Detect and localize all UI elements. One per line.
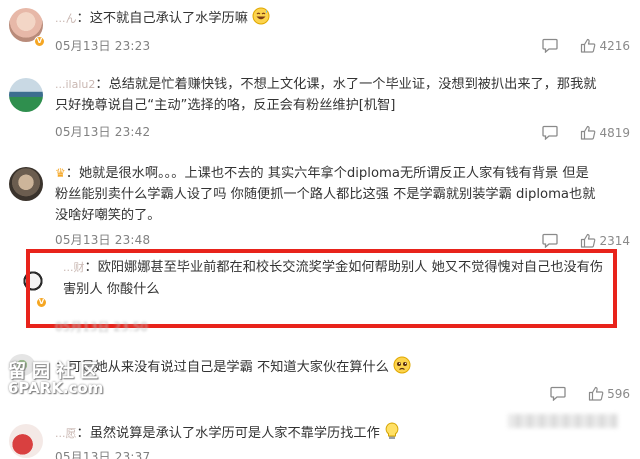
comment-time: 05月13日 23:50	[55, 320, 148, 334]
username[interactable]: ...财	[63, 261, 85, 274]
comment-bubble-icon	[542, 233, 559, 248]
username[interactable]: ...愿	[55, 427, 77, 440]
comment-item: V ...ん：这不就自己承认了水学历嘛 05月13日 23:23 4216	[0, 0, 640, 62]
username[interactable]: ...ん	[55, 12, 77, 25]
comment-text: 总结就是忙着赚快钱，不想上文化课，水了一个毕业证，没想到被扒出来了，那我就只好挽…	[55, 77, 597, 113]
reply-button[interactable]	[550, 386, 566, 401]
comment-body: ...财：欧阳娜娜甚至毕业前都在和校长交流奖学金如何帮助别人 她又不觉得愧对自己…	[63, 260, 604, 297]
comment-text: 虽然说算是承认了水学历可是人家不靠学历找工作	[89, 426, 380, 441]
avatar[interactable]	[9, 167, 43, 201]
comment-time: 05月13日 23:48	[55, 233, 151, 247]
comment-text: 她就是很水啊。。。上课也不去的 其实六年拿个diploma无所谓反正人家有钱有背…	[55, 166, 596, 223]
avatar[interactable]	[9, 78, 43, 112]
like-button[interactable]: 4216	[580, 38, 630, 53]
like-count: 4216	[599, 38, 630, 53]
like-button[interactable]: 596	[588, 386, 630, 401]
comment-item: ...ilalu2：总结就是忙着赚快钱，不想上文化课，水了一个毕业证，没想到被扒…	[0, 62, 640, 152]
comment-body: ♛：她就是很水啊。。。上课也不去的 其实六年拿个diploma无所谓反正人家有钱…	[55, 166, 596, 223]
verified-badge-icon: V	[34, 36, 45, 47]
grinning-sweat-emoji	[252, 7, 270, 25]
comment-actions: 2314	[542, 233, 630, 248]
comment-body: ...ilalu2：总结就是忙着赚快钱，不想上文化课，水了一个毕业证，没想到被扒…	[55, 77, 597, 113]
comment-text: 欧阳娜娜甚至毕业前都在和校长交流奖学金如何帮助别人 她又不觉得愧对自己也没有伤害…	[63, 260, 604, 297]
comment-actions: 596	[550, 386, 630, 401]
comment-bubble-icon	[542, 125, 559, 140]
avatar[interactable]	[9, 424, 43, 458]
like-count: 4819	[599, 125, 630, 140]
reply-button[interactable]	[542, 125, 559, 140]
thumbs-up-icon	[581, 38, 596, 53]
comment-time: 05月13日 23:37	[55, 450, 151, 459]
thumbs-up-icon	[581, 233, 596, 248]
comment-bubble-icon	[542, 38, 559, 53]
username[interactable]: ...ilalu2	[55, 78, 95, 91]
comment-time: 05月13日 23:42	[55, 125, 151, 139]
watermark: 留园社区 6PARK.com	[8, 357, 120, 405]
like-button[interactable]: 2314	[580, 233, 630, 248]
reply-button[interactable]	[542, 233, 559, 248]
watermark-english: 6PARK.com	[8, 379, 104, 397]
comment-time: 05月13日 23:23	[55, 39, 151, 53]
comment-text: 这不就自己承认了水学历嘛	[89, 11, 248, 26]
thinking-lightbulb-emoji	[385, 422, 399, 439]
thumbs-up-icon	[588, 386, 604, 401]
like-count: 596	[607, 386, 630, 401]
comment-body: ：可是她从来没有说过自己是学霸 不知道大家伙在算什么	[55, 356, 600, 378]
blurred-region	[508, 414, 618, 428]
comment-body: ...ん：这不就自己承认了水学历嘛	[55, 7, 600, 29]
like-button[interactable]: 4819	[580, 125, 630, 140]
crown-icon: ♛	[55, 166, 66, 180]
pleading-emoji	[393, 356, 411, 374]
comment-actions: 4819	[542, 125, 630, 140]
thumbs-up-icon	[581, 125, 596, 140]
comment-actions: 4216	[542, 38, 630, 53]
like-count: 2314	[599, 233, 630, 248]
comment-item: ♛：她就是很水啊。。。上课也不去的 其实六年拿个diploma无所谓反正人家有钱…	[0, 152, 640, 250]
reply-button[interactable]	[542, 38, 559, 53]
comment-bubble-icon	[550, 386, 566, 401]
